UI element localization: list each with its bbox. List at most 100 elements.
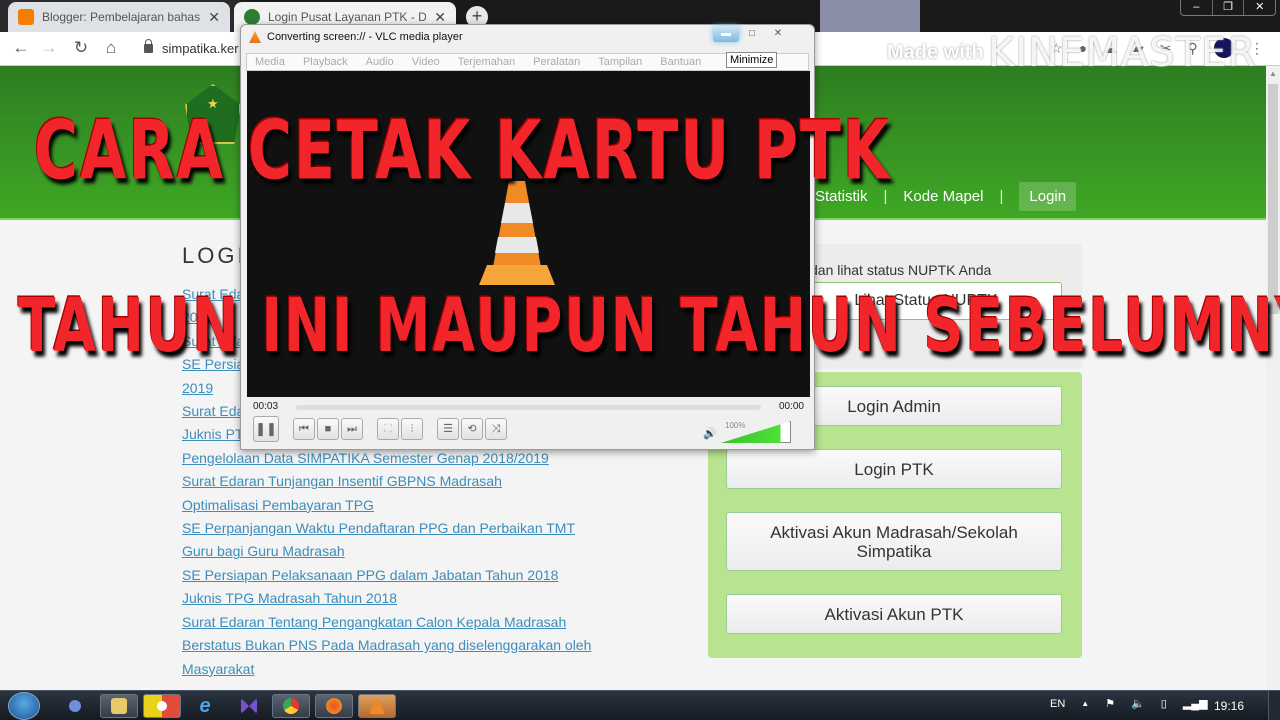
activate-ptk-account-button[interactable]: Aktivasi Akun PTK (726, 594, 1062, 634)
ie-icon: e (199, 694, 211, 717)
lock-icon (144, 39, 153, 53)
tab-blogger[interactable]: Blogger: Pembelajaran bahasa a ✕ (8, 2, 230, 32)
stop-button[interactable]: ■ (317, 418, 339, 440)
volume-slider[interactable]: 🔊 100% (703, 421, 791, 443)
elapsed-time: 00:03 (253, 401, 279, 412)
overlay-title-line1: CARA CETAK KARTU PTK (34, 104, 892, 199)
show-hidden-icons-button[interactable]: ▲ (1081, 699, 1089, 708)
firefox-icon (326, 698, 342, 714)
previous-button[interactable]: ⏮ (293, 418, 315, 440)
loop-button[interactable]: ⟲ (461, 418, 483, 440)
vlc-close-button[interactable]: ✕ (765, 26, 791, 42)
close-tab-icon[interactable]: ✕ (434, 9, 446, 26)
news-link[interactable]: Guru bagi Guru Madrasah (182, 540, 632, 563)
vlc-menubar: Media Playback Audio Video Terjemahan Pe… (246, 53, 809, 71)
watermark-brand: KINEMASTER (988, 30, 1257, 76)
news-link[interactable]: Juknis TPG Madrasah Tahun 2018 (182, 587, 632, 610)
total-time: 00:00 (778, 401, 804, 412)
scrollbar-thumb[interactable] (1268, 84, 1278, 314)
taskbar-file-explorer[interactable] (100, 694, 138, 718)
taskbar-visual-studio[interactable] (230, 694, 268, 718)
vlc-titlebar[interactable]: Converting screen:// - VLC media player (249, 31, 463, 43)
clock[interactable]: 19:16 (1214, 699, 1244, 713)
shuffle-button[interactable]: ⤨ (485, 418, 507, 440)
volume-icon[interactable]: 🔈 (1131, 697, 1145, 710)
kinemaster-watermark: Made with KINEMASTER (887, 30, 1256, 76)
reload-button[interactable]: ↻ (70, 38, 92, 58)
taskbar-chrome-small[interactable] (56, 694, 94, 718)
pause-button[interactable]: ❚❚ (253, 416, 279, 442)
vlc-seek-row: 00:03 00:00 (241, 399, 816, 417)
action-center-flag-icon[interactable]: ⚑ (1105, 697, 1115, 710)
menu-help[interactable]: Bantuan (660, 54, 701, 70)
battery-icon[interactable]: ▯ (1161, 697, 1167, 710)
activate-school-account-button[interactable]: Aktivasi Akun Madrasah/Sekolah Simpatika (726, 512, 1062, 571)
vlc-window-controls: ▬ □ ✕ (713, 26, 791, 42)
news-link[interactable]: Berstatus Bukan PNS Pada Madrasah yang d… (182, 634, 632, 657)
minimize-window-button[interactable]: – (1181, 0, 1213, 15)
restore-window-button[interactable]: ❐ (1213, 0, 1245, 15)
news-link[interactable]: SE Perpanjangan Waktu Pendaftaran PPG da… (182, 517, 632, 540)
vlc-title: Converting screen:// - VLC media player (267, 31, 463, 43)
news-link[interactable]: Masyarakat (182, 658, 632, 681)
vlc-minimize-button[interactable]: ▬ (713, 26, 739, 42)
tab-label: Blogger: Pembelajaran bahasa a (42, 10, 201, 24)
language-indicator[interactable]: EN (1050, 698, 1065, 710)
back-button[interactable]: ← (10, 38, 32, 58)
taskbar-chrome[interactable] (272, 694, 310, 718)
fullscreen-button[interactable]: ⛶ (377, 418, 399, 440)
system-tray: EN ▲ ⚑ 🔈 ▯ ▂▄▆ (1050, 697, 1208, 711)
speaker-icon[interactable]: 🔊 (703, 427, 717, 440)
blogger-icon (18, 9, 34, 25)
taskbar-screen-recorder[interactable] (143, 694, 181, 718)
url-text: simpatika.ker (162, 41, 239, 56)
news-link[interactable]: Surat Edaran Tunjangan Insentif GBPNS Ma… (182, 470, 632, 493)
nav-kode-mapel[interactable]: Kode Mapel (903, 188, 983, 205)
login-ptk-button[interactable]: Login PTK (726, 449, 1062, 489)
nav-separator: | (999, 188, 1004, 205)
chrome-icon (69, 700, 81, 712)
news-link[interactable]: Optimalisasi Pembayaran TPG (182, 494, 632, 517)
watermark-prefix: Made with (887, 41, 984, 64)
vlc-icon (249, 31, 261, 43)
menu-audio[interactable]: Audio (366, 54, 394, 70)
home-button[interactable]: ⌂ (100, 38, 122, 58)
close-window-button[interactable]: ✕ (1244, 0, 1275, 15)
taskbar-firefox[interactable] (315, 694, 353, 718)
vlc-window[interactable]: Converting screen:// - VLC media player … (240, 24, 815, 450)
taskbar-internet-explorer[interactable]: e (186, 694, 224, 718)
taskbar-vlc[interactable] (358, 694, 396, 718)
signal-icon[interactable]: ▂▄▆ (1183, 697, 1208, 710)
menu-tools[interactable]: Peralatan (533, 54, 580, 70)
folder-icon (111, 698, 127, 714)
extended-settings-button[interactable]: ⫶ (401, 418, 423, 440)
news-link[interactable]: Pengelolaan Data SIMPATIKA Semester Gena… (182, 447, 632, 470)
kemenag-icon (244, 9, 260, 25)
page-scrollbar[interactable]: ▲ (1266, 66, 1280, 690)
scroll-up-icon[interactable]: ▲ (1269, 69, 1277, 78)
next-button[interactable]: ⏭ (341, 418, 363, 440)
playlist-button[interactable]: ☰ (437, 418, 459, 440)
seek-slider[interactable] (296, 405, 761, 410)
nav-login[interactable]: Login (1019, 182, 1077, 211)
nuptk-description: dan lihat status NUPTK Anda (810, 262, 992, 278)
menu-media[interactable]: Media (255, 54, 285, 70)
news-link[interactable]: SE Persiapan Pelaksanaan PPG dalam Jabat… (182, 564, 632, 587)
start-button[interactable] (8, 692, 40, 720)
chrome-icon (283, 698, 299, 714)
show-desktop-button[interactable] (1268, 691, 1280, 720)
close-tab-icon[interactable]: ✕ (208, 9, 220, 26)
menu-view[interactable]: Tampilan (598, 54, 642, 70)
menu-playback[interactable]: Playback (303, 54, 348, 70)
menu-subtitle[interactable]: Terjemahan (458, 54, 515, 70)
vlc-maximize-button[interactable]: □ (739, 26, 765, 42)
tab-label: Login Pusat Layanan PTK - Dirje (268, 10, 427, 24)
windows-taskbar: e EN ▲ ⚑ 🔈 ▯ ▂▄▆ 19:16 (0, 690, 1280, 720)
minimize-tooltip: Minimize (726, 52, 778, 68)
forward-button[interactable]: → (38, 38, 60, 58)
visual-studio-icon (241, 698, 257, 714)
overlay-title-line2: TAHUN INI MAUPUN TAHUN SEBELUMNYA (18, 282, 1280, 369)
news-link[interactable]: Surat Edaran Tentang Pengangkatan Calon … (182, 611, 632, 634)
menu-video[interactable]: Video (412, 54, 440, 70)
volume-label: 100% (725, 421, 746, 430)
